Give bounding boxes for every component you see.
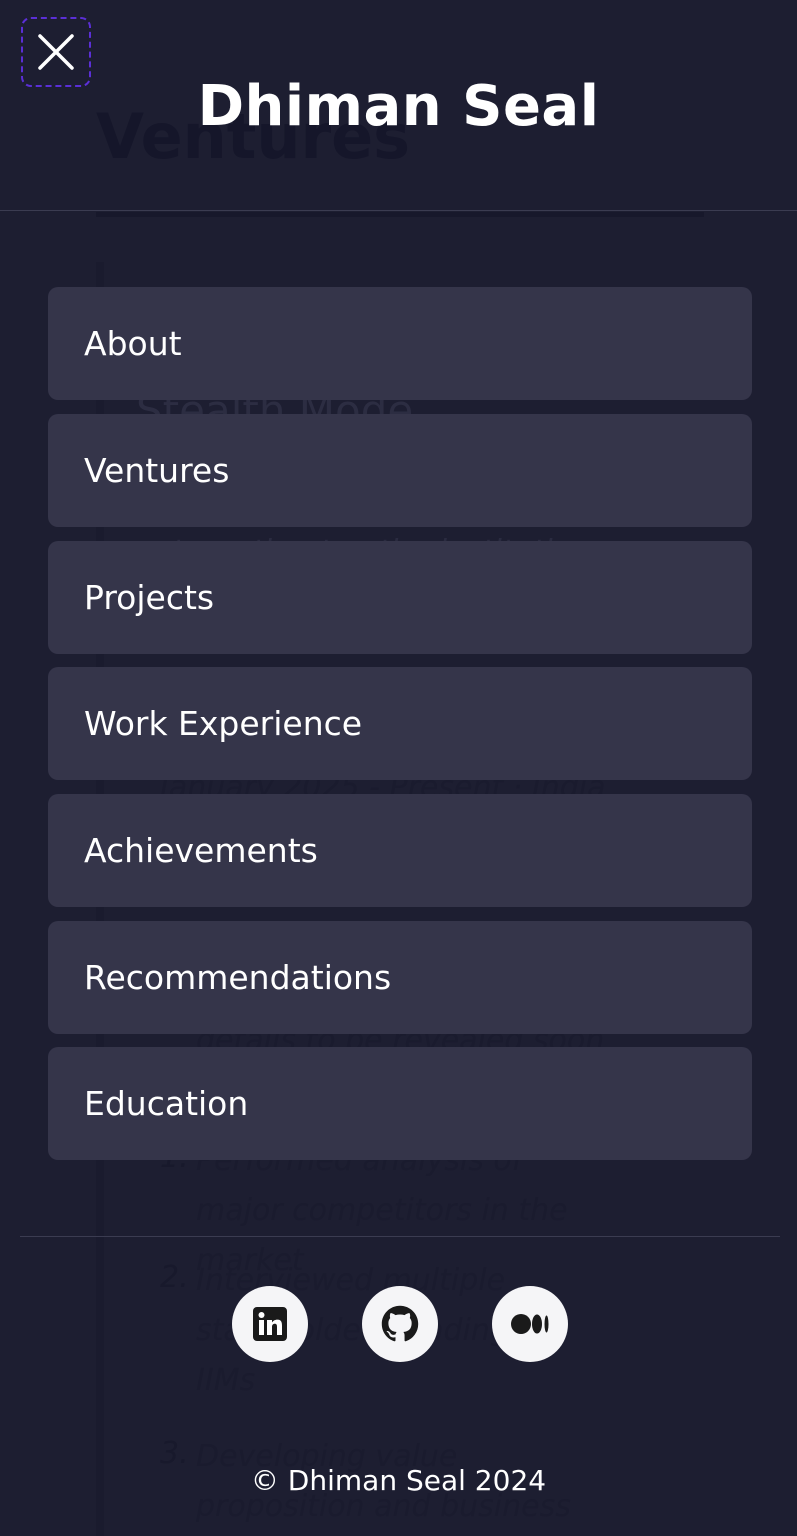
medium-link[interactable] (492, 1286, 568, 1362)
nav-item-label: About (84, 324, 182, 363)
nav-item-label: Work Experience (84, 704, 363, 743)
github-icon (381, 1305, 419, 1342)
close-icon (38, 34, 74, 70)
medium-icon (511, 1314, 549, 1334)
nav-item-projects[interactable]: Projects (48, 541, 752, 654)
copyright-text: © Dhiman Seal 2024 (250, 1464, 547, 1497)
nav-item-work-experience[interactable]: Work Experience (48, 667, 752, 780)
github-link[interactable] (362, 1286, 438, 1362)
page: Ventures EdTech Startup - Stealth Mode B… (0, 0, 797, 1536)
nav-item-education[interactable]: Education (48, 1047, 752, 1160)
nav-item-label: Education (84, 1084, 249, 1123)
nav-item-label: Recommendations (84, 958, 392, 997)
nav-item-label: Achievements (84, 831, 318, 870)
nav-item-achievements[interactable]: Achievements (48, 794, 752, 907)
linkedin-icon (253, 1307, 287, 1341)
background-title-underline (96, 212, 704, 217)
nav-item-ventures[interactable]: Ventures (48, 414, 752, 527)
footer-divider (20, 1236, 780, 1237)
background-bullet-number: 2. (160, 1260, 189, 1295)
header-divider (0, 210, 797, 211)
nav-item-label: Ventures (84, 451, 230, 490)
drawer-title: Dhiman Seal (197, 74, 600, 139)
nav-item-about[interactable]: About (48, 287, 752, 400)
nav-item-label: Projects (84, 578, 215, 617)
nav-item-recommendations[interactable]: Recommendations (48, 921, 752, 1034)
linkedin-link[interactable] (232, 1286, 308, 1362)
